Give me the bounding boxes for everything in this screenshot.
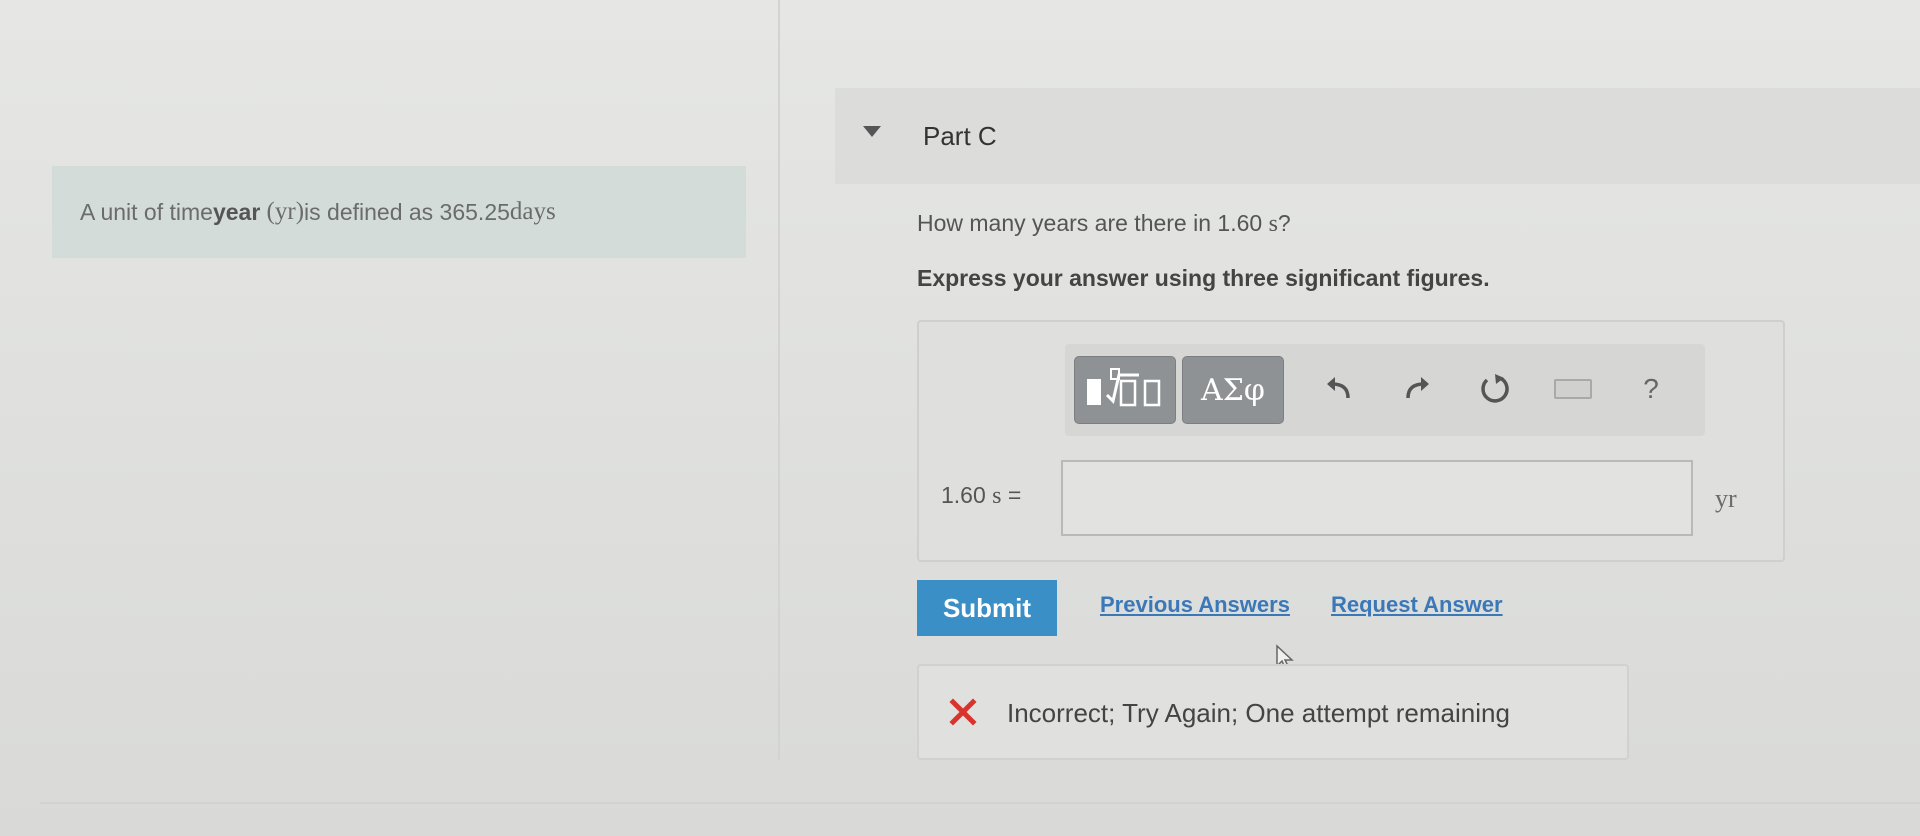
instruction-text: Express your answer using three signific… <box>917 265 1490 291</box>
reset-icon[interactable] <box>1475 366 1515 412</box>
greek-symbols-label: ΑΣφ <box>1201 372 1265 408</box>
request-answer-link[interactable]: Request Answer <box>1331 592 1503 618</box>
answer-unit: yr <box>1715 484 1737 513</box>
templates-button[interactable] <box>1074 356 1176 424</box>
undo-icon[interactable] <box>1319 366 1359 412</box>
keyboard-icon[interactable] <box>1553 366 1593 412</box>
redo-icon[interactable] <box>1397 366 1437 412</box>
statement-text-mid: is defined as 365.25 <box>304 198 510 225</box>
answer-box: ΑΣφ ? 1.60 s = yr <box>917 320 1785 562</box>
statement-symbol: (yr) <box>266 198 305 225</box>
equation-label: 1.60 s = <box>941 482 1022 509</box>
statement-text: A unit of time <box>80 198 213 225</box>
previous-answers-link[interactable]: Previous Answers <box>1100 592 1290 618</box>
incorrect-x-icon <box>949 698 977 726</box>
answer-input[interactable] <box>1061 460 1693 536</box>
templates-icon <box>1087 368 1161 407</box>
part-header[interactable]: Part C <box>835 88 1920 184</box>
bottom-divider <box>40 802 1920 804</box>
statement-term: year <box>212 198 261 225</box>
greek-symbols-button[interactable]: ΑΣφ <box>1182 356 1284 424</box>
question-text: How many years are there in 1.60 s? <box>917 210 1291 237</box>
submit-button[interactable]: Submit <box>917 580 1057 636</box>
problem-statement: A unit of time year (yr) is defined as 3… <box>52 166 746 258</box>
feedback-box: Incorrect; Try Again; One attempt remain… <box>917 664 1629 760</box>
part-title: Part C <box>923 120 997 151</box>
help-icon[interactable]: ? <box>1631 366 1671 412</box>
problem-panel: A unit of time year (yr) is defined as 3… <box>0 0 778 800</box>
question-unit: s <box>1268 211 1278 237</box>
panel-divider <box>778 0 780 760</box>
math-toolbar: ΑΣφ ? <box>1065 344 1705 436</box>
feedback-message: Incorrect; Try Again; One attempt remain… <box>1007 698 1510 728</box>
statement-unit: days <box>509 198 556 225</box>
collapse-caret-icon[interactable] <box>863 126 881 137</box>
